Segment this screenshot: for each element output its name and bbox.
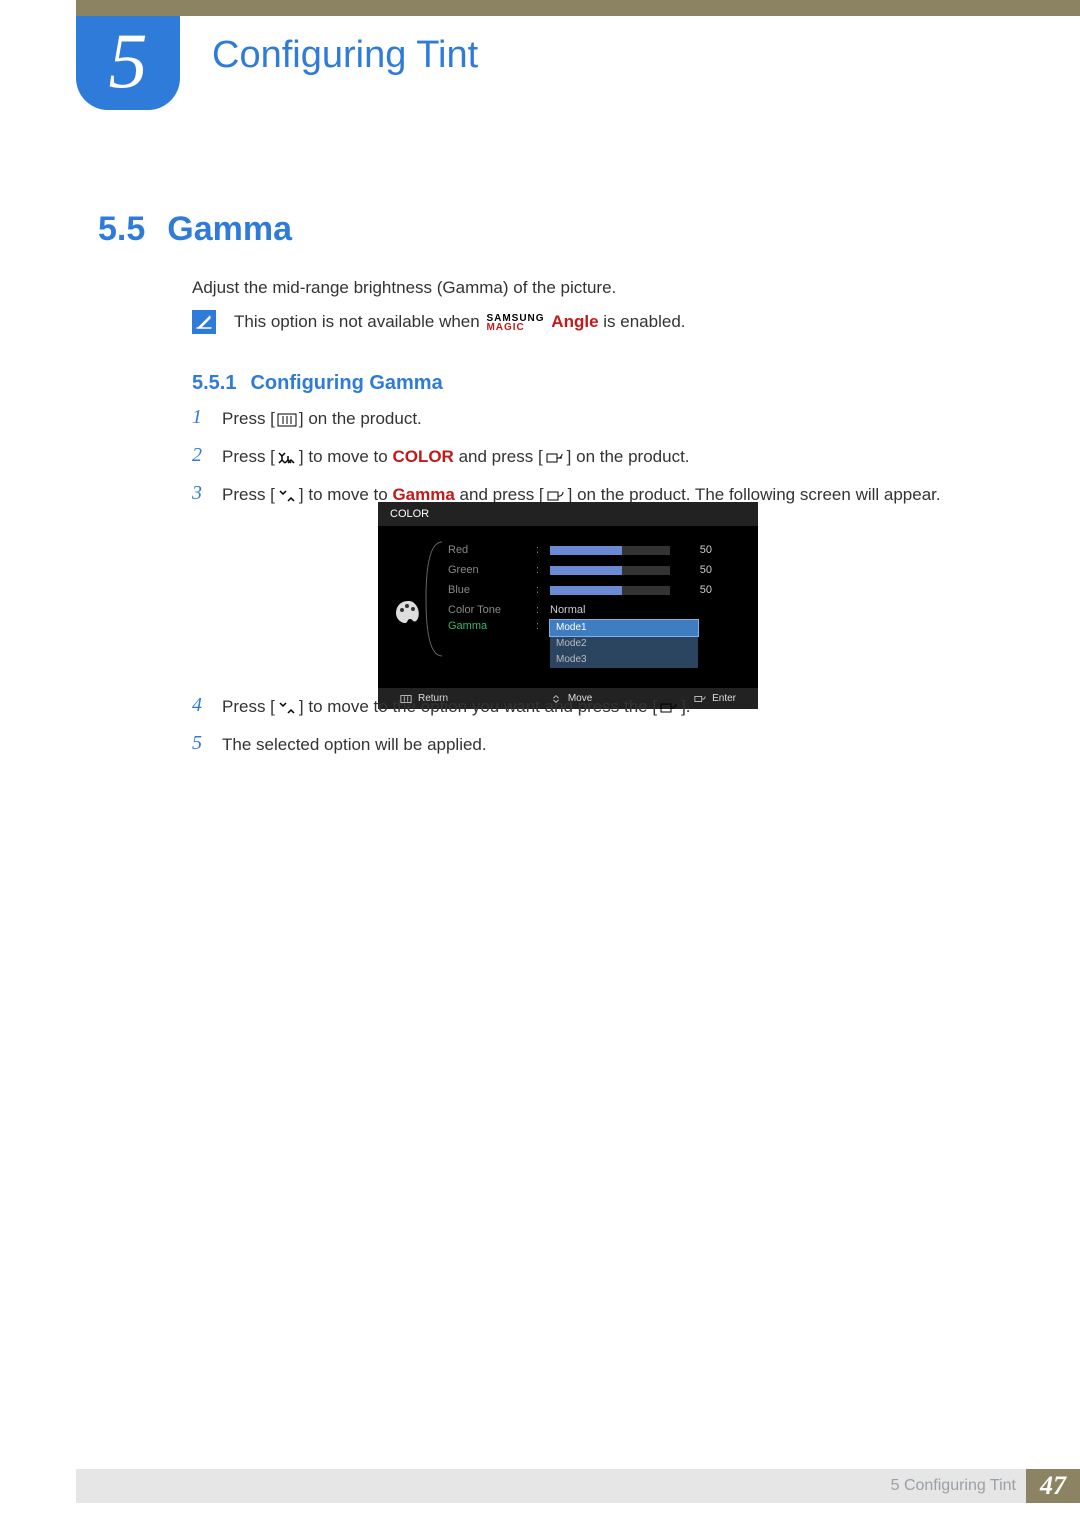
subsection-heading: 5.5.1 Configuring Gamma xyxy=(192,372,443,395)
step-5: 5 The selected option will be applied. xyxy=(192,732,990,758)
enter-icon xyxy=(659,701,679,715)
step-number: 1 xyxy=(192,406,206,428)
osd-row-red: Red : 50 xyxy=(448,540,744,560)
enter-icon xyxy=(545,451,565,465)
updown-icon xyxy=(277,451,297,465)
note-angle: Angle xyxy=(551,312,598,331)
osd-title: COLOR xyxy=(378,502,758,526)
enter-icon xyxy=(546,489,566,503)
updown-icon xyxy=(277,489,297,503)
osd-slider xyxy=(550,586,670,595)
osd-value: Normal xyxy=(550,604,585,616)
osd-value: 50 xyxy=(688,584,712,596)
note-pre: This option is not available when xyxy=(234,312,484,331)
osd-row-gamma: Gamma : Mode1 Mode2 Mode3 xyxy=(448,620,744,668)
step-body: Press [] to move to the option you want … xyxy=(222,694,990,720)
osd-label: Blue xyxy=(448,584,528,596)
osd-body: Red : 50 Green : 50 Blue : 50 Color Tone… xyxy=(378,526,758,688)
osd-dropdown: Mode1 Mode2 Mode3 xyxy=(550,620,698,668)
osd-label: Red xyxy=(448,544,528,556)
osd-value: 50 xyxy=(688,544,712,556)
osd-row-green: Green : 50 xyxy=(448,560,744,580)
osd-slider xyxy=(550,546,670,555)
step-body: Press [] to move to COLOR and press [] o… xyxy=(222,444,990,470)
step-2: 2 Press [] to move to COLOR and press []… xyxy=(192,444,990,470)
osd-menu: COLOR Red : 50 Green : 50 Blue : 50 Colo… xyxy=(378,502,758,709)
osd-row-blue: Blue : 50 xyxy=(448,580,744,600)
step-number: 3 xyxy=(192,482,206,504)
footer-label: 5 Configuring Tint xyxy=(891,1477,1016,1495)
magic-bot: MAGIC xyxy=(486,322,524,333)
samsung-magic-logo: SAMSUNG MAGIC xyxy=(486,314,544,332)
highlight-color: COLOR xyxy=(392,447,453,466)
chapter-title: Configuring Tint xyxy=(212,34,478,77)
section-title: Gamma xyxy=(167,210,292,249)
osd-row-colortone: Color Tone : Normal xyxy=(448,600,744,620)
osd-option-selected: Mode1 xyxy=(550,620,698,636)
osd-value: 50 xyxy=(688,564,712,576)
osd-label-active: Gamma xyxy=(448,620,528,632)
step-number: 4 xyxy=(192,694,206,716)
step-number: 5 xyxy=(192,732,206,754)
note-text: This option is not available when SAMSUN… xyxy=(234,312,686,332)
intro-text: Adjust the mid-range brightness (Gamma) … xyxy=(192,278,616,298)
osd-option: Mode2 xyxy=(550,636,698,652)
menu-icon xyxy=(277,413,297,427)
top-accent-bar xyxy=(76,0,1080,16)
step-body: The selected option will be applied. xyxy=(222,732,990,758)
osd-bracket xyxy=(424,540,442,658)
osd-label: Color Tone xyxy=(448,604,528,616)
palette-icon xyxy=(394,598,422,626)
section-number: 5.5 xyxy=(98,210,145,249)
subsection-number: 5.5.1 xyxy=(192,372,236,395)
step-4: 4 Press [] to move to the option you wan… xyxy=(192,694,990,720)
osd-slider xyxy=(550,566,670,575)
updown-icon xyxy=(277,701,297,715)
section-heading: 5.5 Gamma xyxy=(98,210,292,249)
chapter-number-badge: 5 xyxy=(76,16,180,110)
step-number: 2 xyxy=(192,444,206,466)
footer-bar: 5 Configuring Tint 47 xyxy=(76,1469,1080,1503)
footer-page-number: 47 xyxy=(1026,1469,1080,1503)
note-post: is enabled. xyxy=(603,312,685,331)
osd-label: Green xyxy=(448,564,528,576)
subsection-title: Configuring Gamma xyxy=(250,372,442,395)
steps-lower: 4 Press [] to move to the option you wan… xyxy=(192,694,990,770)
step-body: Press [] on the product. xyxy=(222,406,990,432)
note-icon xyxy=(192,310,216,334)
step-1: 1 Press [] on the product. xyxy=(192,406,990,432)
note-row: This option is not available when SAMSUN… xyxy=(192,310,686,334)
osd-option: Mode3 xyxy=(550,652,698,668)
